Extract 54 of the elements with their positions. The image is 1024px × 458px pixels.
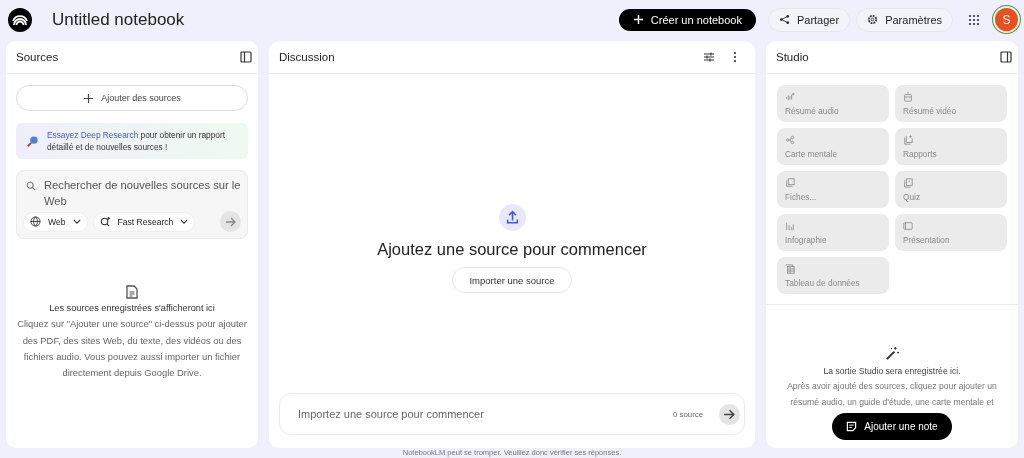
send-button[interactable] <box>719 403 740 425</box>
panel-title: Sources <box>16 51 59 63</box>
submit-button[interactable] <box>220 211 241 232</box>
studio-empty-title: La sortie Studio sera enregistrée ici. <box>823 366 961 376</box>
document-icon <box>126 285 138 300</box>
bar-chart-icon <box>785 220 795 231</box>
magnifier-icon <box>26 134 39 148</box>
user-avatar[interactable]: S <box>995 8 1018 31</box>
search-box[interactable]: Rechercher de nouvelles sources sur le Web Web Fast Research <box>16 170 248 239</box>
sidebar-toggle-icon[interactable] <box>1000 51 1012 63</box>
notebook-title[interactable]: Untitled notebook <box>52 9 185 30</box>
magic-wand-icon <box>884 346 900 361</box>
create-notebook-button[interactable]: Créer un notebook <box>618 8 756 31</box>
share-icon <box>778 14 790 25</box>
sparkle-search-icon <box>99 216 111 227</box>
web-dropdown[interactable]: Web <box>23 211 88 232</box>
deep-research-link[interactable]: Essayez Deep Research <box>47 130 139 140</box>
caret-icon <box>180 219 189 224</box>
audio-wave-icon <box>785 91 795 102</box>
arrow-icon <box>723 407 736 421</box>
settings-button[interactable]: Paramètres <box>856 7 953 32</box>
sliders-icon[interactable] <box>703 51 715 63</box>
empty-heading: Ajoutez une source pour commencer <box>377 240 647 259</box>
sidebar-toggle-icon[interactable] <box>240 51 252 63</box>
arrow-icon <box>224 215 237 228</box>
empty-title: Les sources enregistrées s'afficheront ici <box>49 303 215 314</box>
panel-title: Studio <box>776 51 809 63</box>
table-icon <box>785 263 795 274</box>
slides-icon <box>903 220 913 231</box>
plus-icon <box>632 14 644 25</box>
logo-icon[interactable] <box>8 7 32 32</box>
quiz-icon <box>903 177 913 188</box>
research-mode-dropdown[interactable]: Fast Research <box>92 211 196 232</box>
apps-grid-icon[interactable] <box>968 13 980 26</box>
empty-description: Cliquez sur "Ajouter une source" ci-dessus pour ajouter des PDF, des sites Web, du texte, des vidéos ou des fichiers audio. Vous pouvez aussi importer un fichier directement depuis Google Drive. <box>16 317 248 381</box>
share-button[interactable]: Partager <box>767 7 851 32</box>
settings-icon <box>867 14 879 25</box>
mind-map-icon <box>785 134 795 145</box>
note-icon <box>846 421 858 432</box>
studio-empty-description: Après avoir ajouté des sources, cliquez pour ajouter un résumé audio, un guide d'étude, une carte mentale et <box>786 380 998 409</box>
globe-icon <box>30 216 41 227</box>
upload-icon <box>498 204 526 231</box>
report-icon <box>903 134 913 145</box>
import-source-button[interactable]: Importer une source <box>452 267 572 293</box>
panel-title: Discussion <box>279 51 335 63</box>
cards-icon <box>785 177 795 188</box>
caret-icon <box>72 219 81 224</box>
promo-text: Essayez Deep Research pour obtenir un rapport détaillé et de nouvelles sources ! <box>47 129 227 153</box>
chat-input[interactable]: Importez une source pour commencer <box>296 407 674 421</box>
add-note-button[interactable]: Ajouter une note <box>832 413 952 440</box>
search-icon <box>26 181 36 191</box>
plus-icon <box>83 92 95 104</box>
add-sources-button[interactable]: Ajouter des sources <box>16 85 248 111</box>
video-icon <box>903 91 913 102</box>
